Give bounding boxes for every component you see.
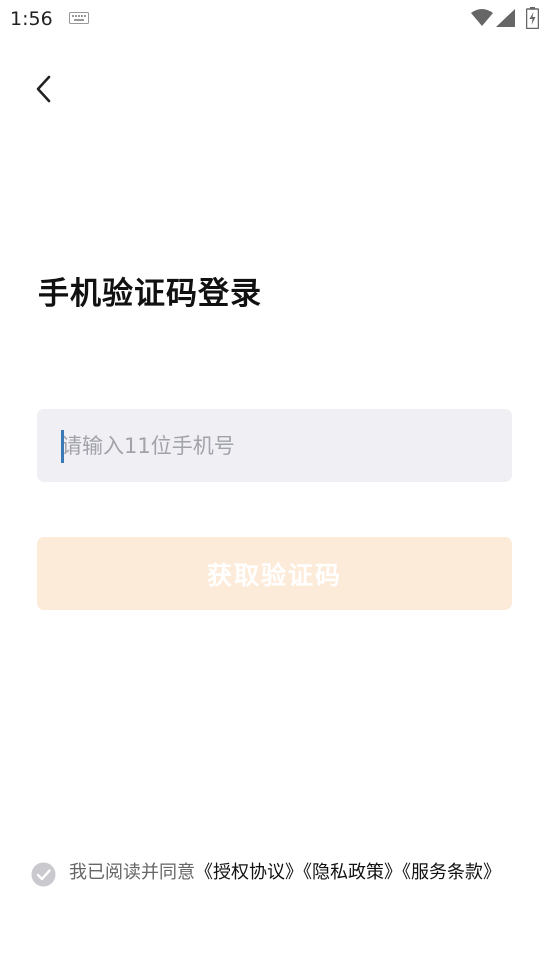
back-button[interactable] xyxy=(26,70,62,108)
status-bar: 1:56 xyxy=(0,0,549,38)
cell-signal-icon xyxy=(496,9,515,27)
text-caret xyxy=(61,430,64,463)
status-time: 1:56 xyxy=(10,8,53,30)
page-title: 手机验证码登录 xyxy=(38,276,262,312)
wifi-icon xyxy=(471,9,493,26)
get-code-button[interactable]: 获取验证码 xyxy=(37,537,512,610)
battery-charging-icon xyxy=(526,7,539,29)
phone-input[interactable] xyxy=(37,409,512,482)
phone-field[interactable] xyxy=(37,409,512,482)
chevron-left-icon xyxy=(36,75,51,103)
terms-of-service-link[interactable]: 《服务条款》 xyxy=(402,862,501,883)
agreement-text: 我已阅读并同意《授权协议》《隐私政策》《服务条款》 xyxy=(69,858,509,888)
check-circle-icon[interactable] xyxy=(31,862,56,887)
authorization-agreement-link[interactable]: 《授权协议》 xyxy=(195,862,303,883)
privacy-policy-link[interactable]: 《隐私政策》 xyxy=(303,862,402,883)
agreement-prefix: 我已阅读并同意 xyxy=(69,862,195,883)
keyboard-icon xyxy=(69,12,89,24)
